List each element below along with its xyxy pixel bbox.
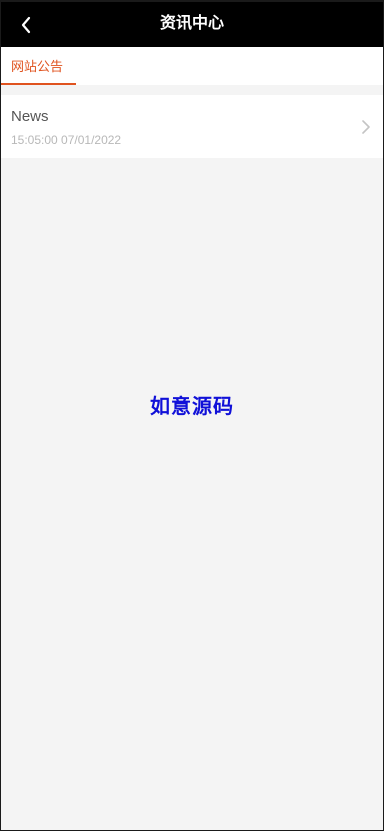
tab-label: 网站公告 [11, 59, 64, 74]
active-tab-indicator [1, 83, 76, 85]
app-frame: 资讯中心 网站公告 News 15:05:00 07/01/2022 如意源码 [1, 2, 383, 830]
chevron-left-icon [21, 16, 31, 34]
chevron-right-icon [362, 120, 370, 134]
page-title: 资讯中心 [159, 15, 224, 32]
tab-announcements[interactable]: 网站公告 [1, 47, 76, 85]
watermark-text: 如意源码 [150, 396, 234, 418]
top-bar: 资讯中心 [1, 2, 383, 47]
tab-bar: 网站公告 [1, 47, 383, 85]
news-list-item[interactable]: News 15:05:00 07/01/2022 [1, 95, 383, 158]
news-title: News [11, 108, 49, 125]
back-button[interactable] [13, 12, 39, 38]
news-timestamp: 15:05:00 07/01/2022 [11, 133, 122, 147]
